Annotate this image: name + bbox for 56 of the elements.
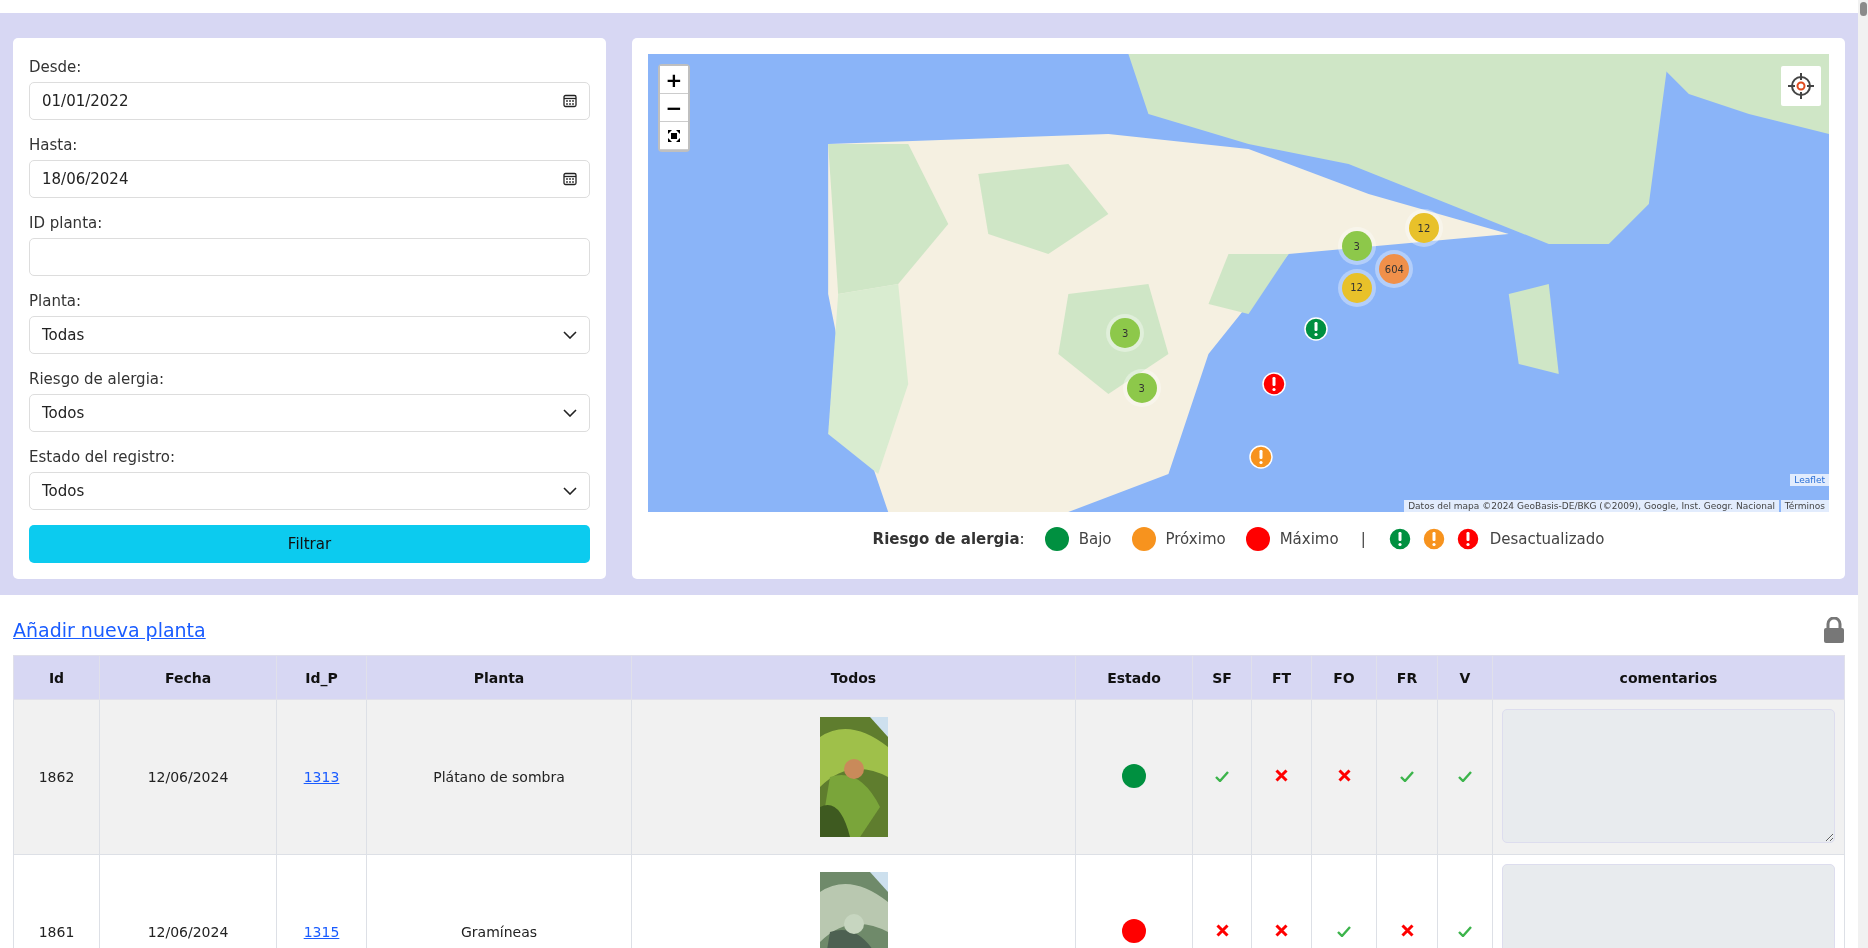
- select-field[interactable]: Todas: [29, 316, 590, 354]
- column-header: comentarios: [1492, 655, 1845, 700]
- zoom-in-button[interactable]: +: [660, 66, 688, 94]
- chevron-down-icon: [563, 409, 577, 417]
- legend-label: Desactualizado: [1489, 530, 1605, 548]
- chevron-down-icon: [563, 331, 577, 339]
- column-header: Id_P: [276, 655, 367, 700]
- locate-button[interactable]: [1781, 66, 1821, 106]
- map-attribution: Leaflet: [1790, 474, 1829, 486]
- calendar-icon[interactable]: [563, 172, 577, 186]
- column-header: V: [1437, 655, 1493, 700]
- legend-separator: |: [1360, 530, 1366, 548]
- fullscreen-icon: [668, 129, 680, 142]
- column-header: FO: [1311, 655, 1377, 700]
- plant-id-link[interactable]: 1313: [303, 769, 340, 785]
- alert-marker[interactable]: [1261, 371, 1286, 396]
- terms-link[interactable]: Términos: [1780, 500, 1829, 512]
- select-field[interactable]: Todos: [29, 394, 590, 432]
- comment-field[interactable]: [1502, 708, 1835, 843]
- field-label: Estado del registro:: [29, 448, 177, 466]
- filter-button[interactable]: Filtrar: [29, 525, 590, 563]
- column-header: FR: [1376, 655, 1438, 700]
- column-header: Planta: [366, 655, 632, 700]
- chevron-down-icon: [563, 487, 577, 495]
- alert-marker[interactable]: [1304, 316, 1329, 341]
- field-label: Riesgo de alergia:: [29, 370, 166, 388]
- column-header: Estado: [1075, 655, 1193, 700]
- table-cell: 1861: [38, 924, 75, 940]
- legend-title: Riesgo de alergia:: [872, 530, 1025, 548]
- field-label: Desde:: [29, 58, 83, 76]
- column-header: Fecha: [99, 655, 277, 700]
- date-field[interactable]: 01/01/2022: [29, 82, 590, 120]
- plant-id-link[interactable]: 1315: [303, 924, 340, 940]
- field-label: Planta:: [29, 292, 83, 310]
- table-cell: 1862: [38, 769, 75, 785]
- add-plant-link[interactable]: Añadir nueva planta: [13, 619, 206, 641]
- table-cell: 12/06/2024: [147, 924, 229, 940]
- column-header: SF: [1192, 655, 1252, 700]
- column-header: FT: [1251, 655, 1312, 700]
- select-field[interactable]: Todos: [29, 472, 590, 510]
- input-field[interactable]: [29, 238, 590, 276]
- column-header: Todos: [631, 655, 1076, 700]
- legend-label: Bajo: [1078, 530, 1112, 548]
- legend-label: Máximo: [1279, 530, 1339, 548]
- table-cell: Plátano de sombra: [433, 769, 565, 785]
- calendar-icon[interactable]: [563, 94, 577, 108]
- table-cell: 12/06/2024: [147, 769, 229, 785]
- map-attribution: Datos del mapa ©2024 GeoBasis-DE/BKG (©2009), Google, Inst. Geogr. Nacional: [1404, 500, 1779, 512]
- table-cell: Gramíneas: [460, 924, 538, 940]
- field-label: Hasta:: [29, 136, 79, 154]
- legend-label: Próximo: [1165, 530, 1226, 548]
- column-header: Id: [13, 655, 100, 700]
- field-label: ID planta:: [29, 214, 104, 232]
- date-field[interactable]: 18/06/2024: [29, 160, 590, 198]
- alert-marker[interactable]: [1248, 445, 1273, 470]
- lock-icon[interactable]: [1823, 617, 1845, 643]
